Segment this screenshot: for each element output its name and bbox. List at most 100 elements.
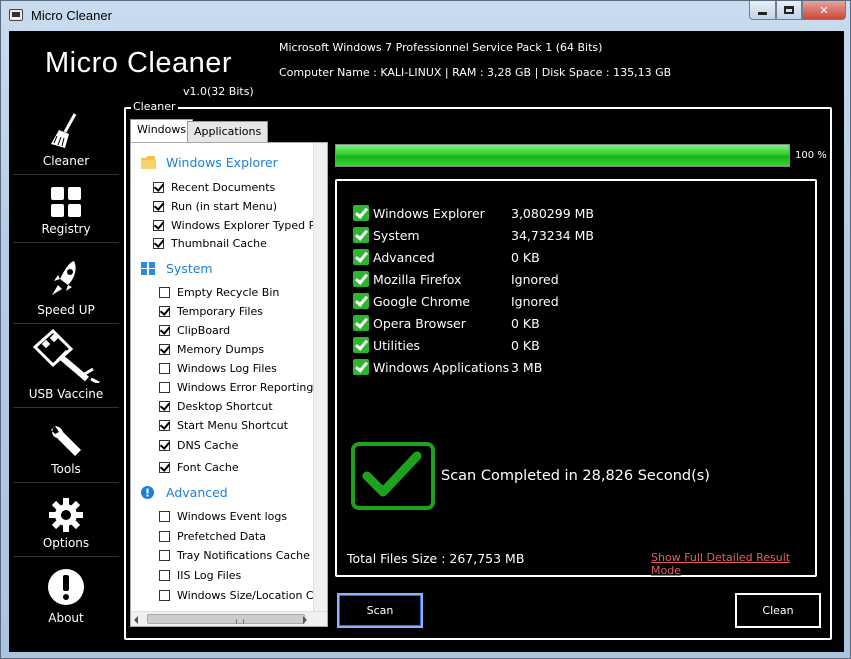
result-name: Mozilla Firefox [373,271,462,287]
app-title: Micro Cleaner [45,47,232,79]
checkbox[interactable] [159,306,170,317]
scan-progress-bar [335,144,790,167]
vertical-scrollbar[interactable] [313,143,327,611]
option-label: IIS Log Files [177,569,242,582]
folder-icon [141,156,156,169]
result-value: 0 KB [511,315,540,331]
tab-windows[interactable]: Windows [130,119,194,142]
option-windows-error-reporting[interactable]: Windows Error Reporting [159,381,313,394]
option-thumbnail-cache[interactable]: Thumbnail Cache [153,237,267,250]
option-memory-dumps[interactable]: Memory Dumps [159,343,264,356]
category-label: System [166,261,213,276]
info-icon [141,486,154,499]
gear-icon [49,498,83,532]
big-checkmark-icon [362,451,422,497]
checkbox[interactable] [159,531,170,542]
checkbox[interactable] [159,401,170,412]
option-empty-recycle-bin[interactable]: Empty Recycle Bin [159,286,279,299]
result-value: 3,080299 MB [511,205,594,221]
sidebar-item-label: Speed UP [37,303,95,317]
scroll-left-icon[interactable] [134,616,138,624]
result-row: Windows Explorer 3,080299 MB [353,205,594,221]
result-row: Google Chrome Ignored [353,293,559,309]
check-icon [353,227,369,243]
option-label: DNS Cache [177,439,239,452]
option-label: Windows Event logs [177,510,288,523]
checkbox[interactable] [153,220,164,231]
progress-percent: 100 % [795,150,827,161]
checkbox[interactable] [159,420,170,431]
horizontal-scrollbar[interactable] [131,611,327,626]
sidebar-item-label: Cleaner [42,154,90,168]
checkbox[interactable] [159,344,170,355]
clean-button[interactable]: Clean [735,593,821,628]
title-bar[interactable]: Micro Cleaner ✕ [1,1,851,31]
option-label: Prefetched Data [177,530,266,543]
scroll-thumb[interactable] [147,614,305,624]
checkbox[interactable] [159,511,170,522]
show-detailed-result-link[interactable]: Show Full Detailed Result Mode [651,551,815,577]
option-label: Thumbnail Cache [171,237,267,250]
checkbox[interactable] [159,570,170,581]
minimize-button[interactable] [749,1,776,20]
checkbox[interactable] [153,182,164,193]
option-prefetched-data[interactable]: Prefetched Data [159,530,266,543]
option-desktop-shortcut[interactable]: Desktop Shortcut [159,400,273,413]
close-button[interactable]: ✕ [802,1,846,20]
category-windows-explorer[interactable]: Windows Explorer [141,155,278,170]
option-windows-log-files[interactable]: Windows Log Files [159,362,277,375]
checkbox[interactable] [153,201,164,212]
sidebar-item-cleaner[interactable]: Cleaner [13,103,119,175]
category-system[interactable]: System [141,261,213,276]
option-dns-cache[interactable]: DNS Cache [159,439,238,452]
option-temporary-files[interactable]: Temporary Files [159,305,263,318]
option-typed-paths[interactable]: Windows Explorer Typed Paths [153,219,315,232]
option-label: Tray Notifications Cache [177,549,310,562]
option-windows-event-logs[interactable]: Windows Event logs [159,510,287,523]
grid-icon [51,187,81,217]
sidebar-item-about[interactable]: About [13,557,119,631]
tree-content: Windows Explorer Recent Documents Run (i… [131,143,315,611]
checkbox[interactable] [159,325,170,336]
option-recent-documents[interactable]: Recent Documents [153,181,275,194]
scroll-right-icon[interactable] [303,616,307,624]
close-icon: ✕ [819,3,829,17]
cleaner-options-tree[interactable]: Windows Explorer Recent Documents Run (i… [130,142,328,627]
option-window-size-location-cache[interactable]: Windows Size/Location Cache [159,589,315,602]
checkbox[interactable] [159,590,170,601]
sidebar: Cleaner Registry Speed UP USB Vaccine To… [13,103,119,631]
sidebar-item-registry[interactable]: Registry [13,175,119,243]
result-name: Utilities [373,337,421,353]
tab-applications[interactable]: Applications [187,121,269,142]
minimize-icon [758,11,767,15]
category-label: Windows Explorer [166,155,278,170]
option-label: Windows Explorer Typed Paths [171,219,315,232]
checkbox[interactable] [159,550,170,561]
option-tray-notifications-cache[interactable]: Tray Notifications Cache [159,549,310,562]
sidebar-item-usb-vaccine[interactable]: USB Vaccine [13,324,119,408]
checkbox[interactable] [159,462,170,473]
scroll-grip-icon [236,619,244,624]
category-advanced[interactable]: Advanced [141,485,228,500]
scan-button[interactable]: Scan [337,593,423,628]
checkbox[interactable] [159,440,170,451]
sidebar-item-options[interactable]: Options [13,483,119,557]
checkbox[interactable] [153,238,164,249]
checkbox[interactable] [159,287,170,298]
result-name: Google Chrome [373,293,471,309]
option-font-cache[interactable]: Font Cache [159,461,239,474]
option-iis-log-files[interactable]: IIS Log Files [159,569,241,582]
usb-syringe-icon [32,329,100,383]
sidebar-item-label: USB Vaccine [28,387,104,401]
option-clipboard[interactable]: ClipBoard [159,324,230,337]
sidebar-item-tools[interactable]: Tools [13,408,119,483]
check-icon [353,205,369,221]
maximize-button[interactable] [776,1,802,20]
option-run-start-menu[interactable]: Run (in start Menu) [153,200,277,213]
checkbox[interactable] [159,363,170,374]
sidebar-item-speed-up[interactable]: Speed UP [13,243,119,324]
results-panel: Windows Explorer 3,080299 MB System 34,732… [335,179,817,577]
checkbox[interactable] [159,382,170,393]
window-frame: Micro Cleaner ✕ Micro Cleaner v1.0(32 Bi… [0,0,851,659]
option-start-menu-shortcut[interactable]: Start Menu Shortcut [159,419,288,432]
